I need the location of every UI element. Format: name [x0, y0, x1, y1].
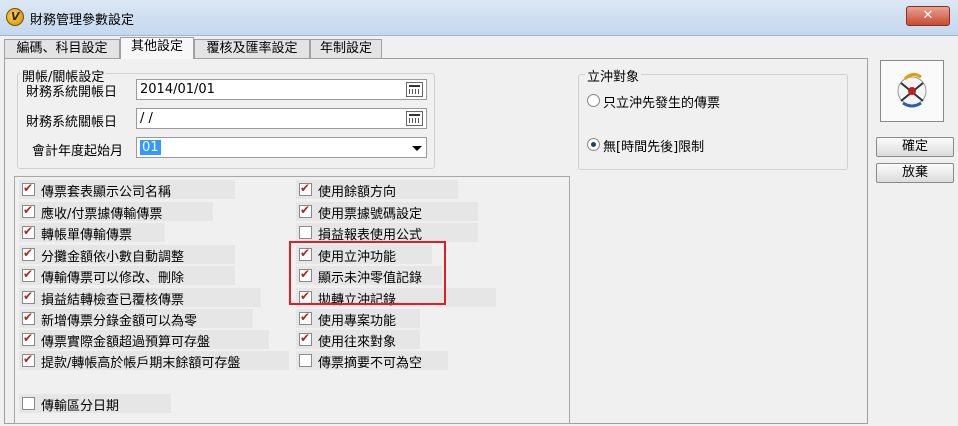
checkbox[interactable] [299, 203, 312, 218]
option-label: 分攤金額依小數自動調整 [41, 250, 185, 265]
option-label: 傳票實際金額超過預算可存盤 [41, 335, 211, 350]
option-summary-required[interactable]: 傳票摘要不可為空 [296, 351, 448, 371]
option-use-counterparty[interactable]: 使用往來對象 [296, 330, 420, 350]
chevron-down-icon[interactable] [412, 146, 422, 151]
option-label: 損益結轉檢查已覆核傳票 [41, 293, 185, 308]
tab-review-exchange[interactable]: 覆核及匯率設定 [194, 39, 310, 58]
open-date-field[interactable]: 2014/01/01 [136, 79, 427, 100]
close-date-label: 財務系統關帳日 [26, 115, 118, 130]
checkbox[interactable] [22, 397, 35, 410]
fiscal-start-label: 會計年度起始月 [32, 144, 124, 159]
option-zero-amount[interactable]: 新增傳票分錄金額可以為零 [19, 309, 253, 329]
app-logo-icon: V [6, 8, 24, 26]
option-auto-rounding[interactable]: 分攤金額依小數自動調整 [19, 245, 235, 265]
checkbox[interactable] [299, 331, 312, 346]
tab-coding-accounts[interactable]: 編碼、科目設定 [4, 39, 120, 58]
option-check-reviewed[interactable]: 損益結轉檢查已覆核傳票 [19, 288, 261, 308]
close-date-value: / / [140, 111, 153, 126]
cancel-button[interactable]: 放棄 [876, 163, 954, 183]
checkbox[interactable] [22, 267, 35, 282]
option-label: 新增傳票分錄金額可以為零 [41, 314, 198, 329]
option-label: 提款/轉帳高於帳戶期末餘額可存盤 [41, 356, 241, 371]
checkbox[interactable] [299, 181, 312, 196]
option-pl-formula[interactable]: 損益報表使用公式 [296, 223, 478, 243]
offset-option-label: 只立沖先發生的傳票 [603, 96, 721, 111]
option-label: 使用專案功能 [318, 314, 397, 329]
option-label: 應收/付票據傳輸傳票 [41, 207, 163, 222]
option-company-name[interactable]: 傳票套表顯示公司名稱 [19, 180, 235, 200]
confirm-button[interactable]: 確定 [876, 137, 954, 157]
option-label: 傳輸區分日期 [41, 399, 120, 414]
offset-group: 立沖對象 [578, 66, 848, 170]
calendar-icon[interactable] [406, 82, 423, 97]
tab-other-settings[interactable]: 其他設定 [120, 37, 194, 59]
open-date-value: 2014/01/01 [140, 82, 215, 97]
offset-group-legend: 立沖對象 [585, 66, 642, 85]
option-balance-direction[interactable]: 使用餘額方向 [296, 180, 458, 200]
checkbox[interactable] [22, 203, 35, 218]
option-note-number[interactable]: 使用票據號碼設定 [296, 202, 478, 222]
option-over-balance[interactable]: 提款/轉帳高於帳戶期末餘額可存盤 [19, 351, 289, 371]
checkbox[interactable] [299, 226, 312, 239]
option-label: 使用往來對象 [318, 335, 397, 350]
offset-option-label: 無[時間先後]限制 [603, 140, 705, 155]
close-date-field[interactable]: / / [136, 108, 427, 129]
fiscal-start-select[interactable]: 01 [136, 137, 427, 158]
checkbox[interactable] [22, 331, 35, 346]
checkbox[interactable] [22, 224, 35, 239]
checkbox[interactable] [22, 246, 35, 261]
logo-panel [880, 60, 944, 122]
window-title: 財務管理參數設定 [30, 13, 135, 28]
option-editable-transfer[interactable]: 傳輸傳票可以修改、刪除 [19, 266, 235, 286]
tab-year-system[interactable]: 年制設定 [310, 39, 382, 58]
fiscal-start-value: 01 [140, 140, 161, 155]
option-label: 使用票據號碼設定 [318, 207, 423, 222]
checkbox[interactable] [22, 310, 35, 325]
radio-button[interactable] [587, 94, 600, 107]
close-button[interactable]: ✕ [906, 6, 950, 26]
option-use-project[interactable]: 使用專案功能 [296, 309, 420, 329]
checkbox[interactable] [22, 181, 35, 196]
open-date-label: 財務系統開帳日 [26, 85, 118, 100]
option-over-budget[interactable]: 傳票實際金額超過預算可存盤 [19, 330, 269, 350]
title-bar: V 財務管理參數設定 ✕ [0, 0, 958, 36]
option-label: 轉帳單傳輸傳票 [41, 228, 133, 243]
option-date-split[interactable]: 傳輸區分日期 [19, 394, 171, 414]
checkbox[interactable] [22, 289, 35, 304]
option-transfer-slip[interactable]: 轉帳單傳輸傳票 [19, 223, 165, 243]
compass-logo-icon [897, 72, 927, 108]
checkbox[interactable] [22, 352, 35, 367]
radio-button[interactable] [587, 138, 600, 151]
option-label: 傳輸傳票可以修改、刪除 [41, 271, 185, 286]
highlight-box [289, 241, 446, 305]
option-notes-transfer[interactable]: 應收/付票據傳輸傳票 [19, 202, 213, 222]
checkbox[interactable] [299, 354, 312, 367]
checkbox[interactable] [299, 310, 312, 325]
option-label: 傳票套表顯示公司名稱 [41, 185, 172, 200]
option-label: 傳票摘要不可為空 [318, 356, 423, 371]
option-label: 使用餘額方向 [318, 185, 397, 200]
calendar-icon[interactable] [406, 111, 423, 126]
